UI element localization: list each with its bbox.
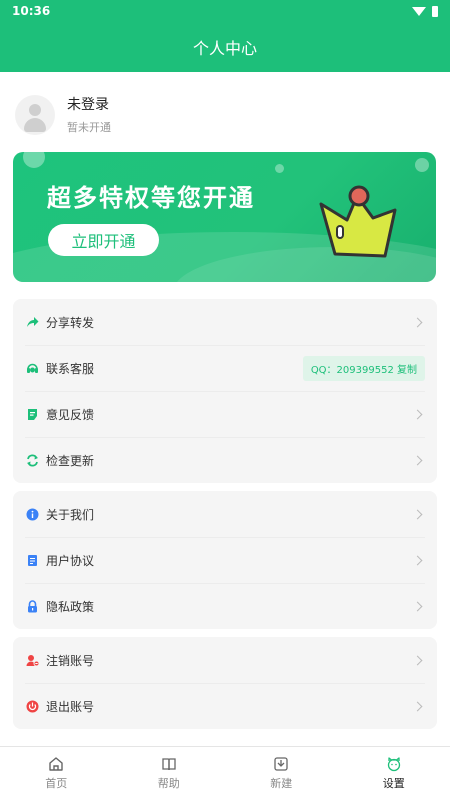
user-info: 未登录 暂未开通	[67, 94, 111, 135]
menu-item-feedback[interactable]: 意见反馈	[13, 391, 437, 437]
customer-service-icon	[25, 361, 39, 375]
menu-item-label: 联系客服	[46, 361, 95, 376]
user-profile[interactable]: 未登录 暂未开通	[15, 94, 111, 135]
home-icon	[49, 757, 63, 771]
content: 未登录 暂未开通 超多特权等您开通 立即开通 分享转发 联系客服 QQ：2093…	[0, 72, 450, 746]
tab-label: 新建	[270, 777, 293, 790]
avatar[interactable]	[15, 94, 55, 135]
banner-title: 超多特权等您开通	[47, 184, 255, 212]
menu-item-privacy-policy[interactable]: 隐私政策	[13, 583, 437, 629]
chevron-right-icon	[412, 701, 423, 711]
tab-home[interactable]: 首页	[0, 747, 113, 800]
chevron-right-icon	[412, 409, 423, 419]
inbox-icon	[274, 757, 288, 771]
share-icon	[25, 315, 39, 329]
activate-button[interactable]: 立即开通	[48, 224, 159, 256]
menu-item-share[interactable]: 分享转发	[13, 299, 437, 345]
battery-icon	[432, 5, 438, 17]
menu-item-label: 注销账号	[46, 653, 95, 668]
info-icon	[25, 507, 39, 521]
menu-item-user-agreement[interactable]: 用户协议	[13, 537, 437, 583]
banner-bubble	[415, 158, 429, 172]
page-title: 个人中心	[192, 39, 257, 58]
wifi-icon	[412, 6, 426, 16]
menu-item-logout[interactable]: 退出账号	[13, 683, 437, 729]
tab-new[interactable]: 新建	[225, 747, 338, 800]
menu-item-delete-account[interactable]: 注销账号	[13, 637, 437, 683]
menu-group-about: 关于我们 用户协议 隐私政策	[13, 491, 437, 629]
user-status: 暂未开通	[67, 121, 111, 134]
menu-item-label: 退出账号	[46, 699, 95, 714]
title-bar: 个人中心	[0, 22, 450, 72]
menu-item-label: 检查更新	[46, 453, 95, 468]
menu-item-label: 关于我们	[46, 507, 95, 522]
chevron-right-icon	[412, 317, 423, 327]
refresh-icon	[25, 453, 39, 467]
menu-group-general: 分享转发 联系客服 QQ：209399552 复制 意见反馈 检查更新	[13, 299, 437, 483]
status-time: 10:36	[12, 4, 51, 18]
tab-help[interactable]: 帮助	[113, 747, 226, 800]
menu-item-customer-service[interactable]: 联系客服 QQ：209399552 复制	[13, 345, 437, 391]
lock-icon	[25, 599, 39, 613]
chevron-right-icon	[412, 555, 423, 565]
chevron-right-icon	[412, 655, 423, 665]
feedback-icon	[25, 407, 39, 421]
avatar-head-icon	[29, 103, 41, 116]
menu-group-account: 注销账号 退出账号	[13, 637, 437, 729]
tab-label: 帮助	[157, 777, 180, 790]
book-icon	[162, 758, 176, 771]
bottom-tab-bar: 首页 帮助 新建 设置	[0, 746, 450, 800]
chevron-right-icon	[412, 455, 423, 465]
menu-item-check-update[interactable]: 检查更新	[13, 437, 437, 483]
status-bar: 10:36	[0, 0, 450, 22]
menu-item-label: 用户协议	[46, 553, 95, 568]
chevron-right-icon	[412, 601, 423, 611]
menu-item-label: 意见反馈	[46, 407, 95, 422]
menu-item-label: 分享转发	[46, 315, 95, 330]
tab-label: 首页	[45, 777, 68, 790]
avatar-body-icon	[24, 117, 46, 132]
crown-icon	[319, 185, 397, 258]
menu-item-label: 隐私政策	[46, 599, 95, 614]
status-icons	[412, 5, 438, 17]
user-delete-icon	[25, 653, 39, 667]
banner-bubble	[23, 152, 45, 168]
tab-label: 设置	[382, 777, 405, 790]
chevron-right-icon	[412, 509, 423, 519]
settings-face-icon	[387, 757, 400, 772]
menu-item-about-us[interactable]: 关于我们	[13, 491, 437, 537]
copy-qq-button[interactable]: QQ：209399552 复制	[302, 355, 425, 381]
user-name[interactable]: 未登录	[67, 94, 111, 114]
document-icon	[25, 553, 39, 567]
tab-settings[interactable]: 设置	[338, 747, 450, 800]
power-icon	[25, 699, 39, 713]
banner-bubble	[275, 164, 284, 173]
vip-banner[interactable]: 超多特权等您开通 立即开通	[13, 152, 436, 282]
